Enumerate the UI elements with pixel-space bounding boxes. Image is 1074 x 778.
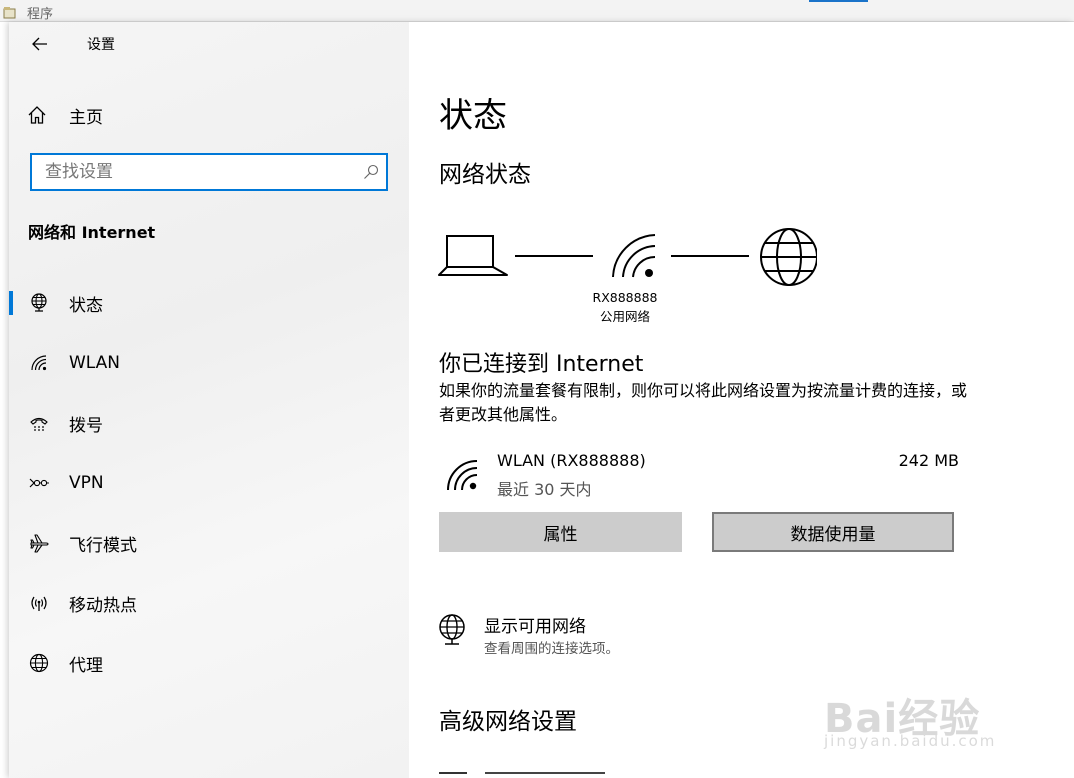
sidebar-item-label: 移动热点 (69, 595, 137, 616)
adapter-period: 最近 30 天内 (497, 480, 592, 499)
adapter-name: WLAN (RX888888) (497, 451, 646, 470)
available-networks-subtitle: 查看周围的连接选项。 (484, 641, 619, 657)
network-status-heading: 网络状态 (439, 162, 531, 188)
globe-icon (27, 651, 51, 675)
network-type: 公用网络 (599, 309, 650, 324)
program-icon (3, 5, 17, 19)
wifi-icon (445, 458, 479, 492)
properties-button[interactable]: 属性 (439, 512, 682, 552)
main-content: 状态 网络状态 RX888888 公用网络 你已连接到 Internet 如果你… (409, 22, 1074, 778)
sidebar: 设置 主页 网络和 Internet 状态 WLAN (9, 22, 409, 778)
background-tab-indicator (809, 0, 868, 2)
app-title: 设置 (87, 37, 115, 53)
sidebar-item-status[interactable]: 状态 (9, 283, 409, 323)
search-icon[interactable] (356, 157, 386, 187)
cut-off-icon (439, 772, 467, 774)
adapter-usage: 242 MB (898, 451, 959, 470)
sidebar-item-home[interactable]: 主页 (27, 100, 387, 130)
background-window-title: 程序 (27, 7, 54, 22)
sidebar-item-label: 拨号 (69, 415, 103, 436)
adapter-row: WLAN (RX888888) 最近 30 天内 242 MB (439, 450, 959, 500)
ethernet-globe-icon (27, 291, 51, 315)
arrow-left-icon (32, 37, 47, 51)
sidebar-item-proxy[interactable]: 代理 (9, 643, 409, 683)
sidebar-item-vpn[interactable]: VPN (9, 463, 409, 503)
sidebar-item-label: 主页 (69, 107, 103, 128)
show-available-networks-link[interactable]: 显示可用网络 查看周围的连接选项。 (437, 612, 837, 658)
airplane-icon (27, 531, 51, 555)
connection-status-title: 你已连接到 Internet (439, 352, 644, 377)
background-window-strip: 程序 (0, 0, 1074, 22)
sidebar-item-label: 飞行模式 (69, 535, 137, 556)
sidebar-item-hotspot[interactable]: 移动热点 (9, 583, 409, 623)
dialup-icon (27, 411, 51, 435)
internet-globe-icon (760, 228, 818, 286)
page-title: 状态 (439, 96, 507, 136)
advanced-settings-heading: 高级网络设置 (439, 709, 577, 735)
search-input[interactable] (32, 155, 356, 189)
back-button[interactable] (23, 28, 57, 60)
available-networks-title: 显示可用网络 (484, 617, 586, 637)
network-globe-icon (437, 614, 467, 646)
cut-off-text (485, 772, 605, 774)
data-usage-button[interactable]: 数据使用量 (712, 512, 954, 552)
home-icon (28, 106, 46, 124)
wifi-icon (27, 351, 51, 375)
vpn-icon (27, 471, 51, 495)
wifi-signal-icon (612, 234, 656, 278)
sidebar-item-dialup[interactable]: 拨号 (9, 403, 409, 443)
advanced-item-cut-off (439, 772, 739, 778)
section-title: 网络和 Internet (28, 223, 156, 242)
sidebar-item-label: 状态 (69, 295, 103, 316)
laptop-icon (438, 235, 508, 276)
network-label: RX888888 公用网络 (584, 288, 666, 326)
sidebar-item-wlan[interactable]: WLAN (9, 343, 409, 383)
sidebar-item-airplane-mode[interactable]: 飞行模式 (9, 523, 409, 563)
connection-description: 如果你的流量套餐有限制，则你可以将此网络设置为按流量计费的连接，或者更改其他属性… (439, 381, 968, 424)
search-box[interactable] (30, 153, 388, 191)
hotspot-icon (27, 591, 51, 615)
settings-window: 设置 主页 网络和 Internet 状态 WLAN (9, 22, 1074, 778)
sidebar-item-label: VPN (69, 473, 104, 493)
sidebar-item-label: WLAN (69, 353, 121, 373)
network-name: RX888888 (592, 290, 658, 305)
sidebar-item-label: 代理 (69, 655, 103, 676)
